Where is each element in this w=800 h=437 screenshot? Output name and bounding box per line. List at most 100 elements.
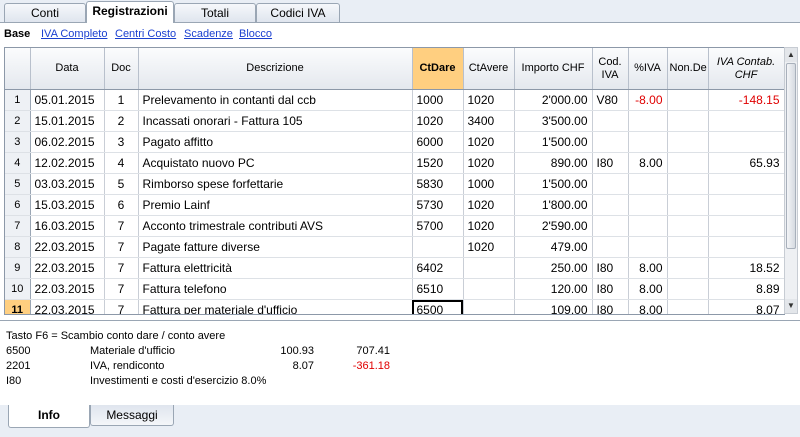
cell-descrizione[interactable]: Rimborso spese forfettarie (138, 173, 413, 195)
table-row[interactable]: 5 03.03.2015 5 Rimborso spese forfettarie 58… (5, 173, 784, 195)
cell-non-ded[interactable] (667, 194, 709, 216)
cell-descrizione[interactable]: Pagato affitto (138, 131, 413, 153)
cell-doc[interactable]: 1 (104, 89, 139, 111)
cell-percent-iva[interactable] (628, 173, 668, 195)
column-header-importo[interactable]: Importo CHF (514, 48, 593, 90)
cell-ctdare[interactable]: 6500 (412, 299, 464, 314)
cell-cod-iva[interactable] (592, 110, 629, 132)
cell-iva-contab[interactable] (708, 215, 784, 237)
cell-data[interactable]: 15.01.2015 (30, 110, 105, 132)
vertical-scrollbar[interactable]: ▲ ▼ (784, 47, 798, 314)
cell-importo[interactable]: 2'590.00 (514, 215, 593, 237)
cell-importo[interactable]: 3'500.00 (514, 110, 593, 132)
column-header-ctdare[interactable]: CtDare (412, 48, 464, 90)
table-row[interactable]: 8 22.03.2015 7 Pagate fatture diverse 1020 47… (5, 236, 784, 258)
column-header-cod-iva[interactable]: Cod. IVA (592, 48, 629, 90)
cell-data[interactable]: 22.03.2015 (30, 236, 105, 258)
cell-iva-contab[interactable]: -148.15 (708, 89, 784, 111)
cell-doc[interactable]: 6 (104, 194, 139, 216)
cell-data[interactable]: 06.02.2015 (30, 131, 105, 153)
cell-ctavere[interactable]: 3400 (463, 110, 515, 132)
cell-cod-iva[interactable] (592, 131, 629, 153)
tab-messaggi[interactable]: Messaggi (90, 405, 174, 426)
cell-doc[interactable]: 3 (104, 131, 139, 153)
cell-data[interactable]: 22.03.2015 (30, 257, 105, 279)
cell-ctdare[interactable] (412, 236, 464, 258)
cell-percent-iva[interactable] (628, 215, 668, 237)
cell-ctdare[interactable]: 1000 (412, 89, 464, 111)
cell-non-ded[interactable] (667, 236, 709, 258)
view-scadenze[interactable]: Scadenze (184, 28, 233, 40)
cell-percent-iva[interactable]: 8.00 (628, 257, 668, 279)
tab-codici-iva[interactable]: Codici IVA (256, 3, 340, 22)
cell-data[interactable]: 05.01.2015 (30, 89, 105, 111)
column-header-data[interactable]: Data (30, 48, 105, 90)
tab-conti[interactable]: Conti (4, 3, 86, 22)
cell-importo[interactable]: 1'500.00 (514, 173, 593, 195)
cell-importo[interactable]: 890.00 (514, 152, 593, 174)
cell-percent-iva[interactable] (628, 131, 668, 153)
cell-percent-iva[interactable]: -8.00 (628, 89, 668, 111)
cell-non-ded[interactable] (667, 299, 709, 314)
cell-percent-iva[interactable]: 8.00 (628, 152, 668, 174)
cell-doc[interactable]: 7 (104, 299, 139, 314)
cell-importo[interactable]: 1'800.00 (514, 194, 593, 216)
cell-ctavere[interactable]: 1020 (463, 89, 515, 111)
cell-iva-contab[interactable] (708, 194, 784, 216)
cell-non-ded[interactable] (667, 131, 709, 153)
cell-descrizione[interactable]: Fattura telefono (138, 278, 413, 300)
cell-data[interactable]: 16.03.2015 (30, 215, 105, 237)
column-header-iva-contab[interactable]: IVA Contab. CHF (708, 48, 784, 90)
cell-iva-contab[interactable] (708, 110, 784, 132)
cell-descrizione[interactable]: Acconto trimestrale contributi AVS (138, 215, 413, 237)
cell-ctdare[interactable]: 1020 (412, 110, 464, 132)
cell-non-ded[interactable] (667, 110, 709, 132)
cell-descrizione[interactable]: Fattura elettricità (138, 257, 413, 279)
cell-iva-contab[interactable]: 8.89 (708, 278, 784, 300)
cell-ctdare[interactable]: 5700 (412, 215, 464, 237)
cell-data[interactable]: 03.03.2015 (30, 173, 105, 195)
cell-importo[interactable]: 120.00 (514, 278, 593, 300)
cell-ctdare[interactable]: 5730 (412, 194, 464, 216)
table-row[interactable]: 3 06.02.2015 3 Pagato affitto 6000 1020 1'500.… (5, 131, 784, 153)
cell-ctavere[interactable] (463, 257, 515, 279)
cell-percent-iva[interactable] (628, 236, 668, 258)
cell-cod-iva[interactable]: I80 (592, 257, 629, 279)
cell-importo[interactable]: 250.00 (514, 257, 593, 279)
column-header-non-ded[interactable]: Non.De (667, 48, 709, 90)
view-iva-completo[interactable]: IVA Completo (41, 28, 107, 40)
cell-percent-iva[interactable]: 8.00 (628, 299, 668, 314)
cell-descrizione[interactable]: Prelevamento in contanti dal ccb (138, 89, 413, 111)
tab-totali[interactable]: Totali (174, 3, 256, 22)
cell-cod-iva[interactable]: I80 (592, 299, 629, 314)
cell-iva-contab[interactable]: 65.93 (708, 152, 784, 174)
cell-ctavere[interactable]: 1000 (463, 173, 515, 195)
tab-info[interactable]: Info (8, 405, 90, 428)
column-header-percent-iva[interactable]: %IVA (628, 48, 668, 90)
table-row[interactable]: 1 05.01.2015 1 Prelevamento in contanti dal… (5, 89, 784, 111)
cell-percent-iva[interactable] (628, 110, 668, 132)
cell-descrizione[interactable]: Premio Lainf (138, 194, 413, 216)
cell-importo[interactable]: 479.00 (514, 236, 593, 258)
cell-ctdare[interactable]: 6402 (412, 257, 464, 279)
cell-cod-iva[interactable] (592, 236, 629, 258)
scroll-down-icon[interactable]: ▼ (785, 299, 797, 313)
column-header-descrizione[interactable]: Descrizione (138, 48, 413, 90)
cell-non-ded[interactable] (667, 215, 709, 237)
cell-non-ded[interactable] (667, 257, 709, 279)
cell-data[interactable]: 22.03.2015 (30, 278, 105, 300)
column-header-ctavere[interactable]: CtAvere (463, 48, 515, 90)
cell-ctdare[interactable]: 5830 (412, 173, 464, 195)
cell-ctavere[interactable]: 1020 (463, 236, 515, 258)
cell-cod-iva[interactable]: V80 (592, 89, 629, 111)
cell-doc[interactable]: 7 (104, 215, 139, 237)
cell-cod-iva[interactable] (592, 173, 629, 195)
cell-doc[interactable]: 2 (104, 110, 139, 132)
cell-ctdare[interactable]: 1520 (412, 152, 464, 174)
cell-iva-contab[interactable] (708, 131, 784, 153)
cell-ctavere[interactable] (463, 299, 515, 314)
cell-iva-contab[interactable]: 8.07 (708, 299, 784, 314)
cell-percent-iva[interactable]: 8.00 (628, 278, 668, 300)
scroll-up-icon[interactable]: ▲ (785, 48, 797, 62)
cell-cod-iva[interactable] (592, 194, 629, 216)
